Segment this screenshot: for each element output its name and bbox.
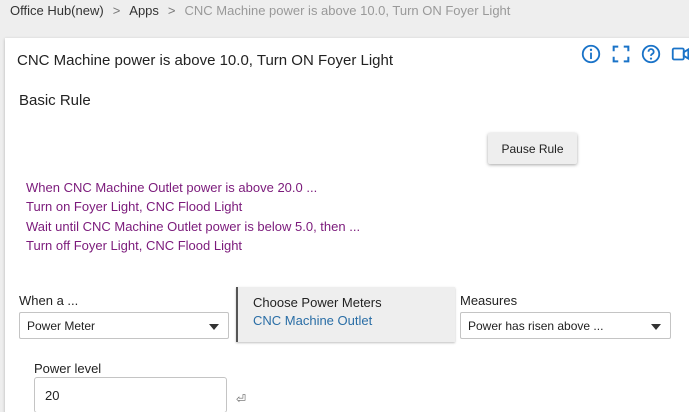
- breadcrumb-separator: >: [112, 2, 121, 18]
- help-icon[interactable]: [640, 43, 662, 65]
- breadcrumb-separator: >: [167, 2, 176, 18]
- rule-description: When CNC Machine Outlet power is above 2…: [26, 178, 360, 255]
- power-level-label: Power level: [34, 361, 102, 376]
- breadcrumb-current: CNC Machine power is above 10.0, Turn ON…: [184, 2, 511, 18]
- section-title: Basic Rule: [19, 92, 91, 109]
- dropdown-arrow-icon: [651, 324, 661, 330]
- description-line: Wait until CNC Machine Outlet power is b…: [26, 218, 361, 234]
- info-icon[interactable]: [580, 43, 602, 65]
- trigger-select[interactable]: Power Meter: [19, 312, 229, 339]
- description-line: Turn on Foyer Light, CNC Flood Light: [26, 199, 243, 215]
- enter-icon[interactable]: ⏎: [236, 392, 246, 406]
- measures-selected-value: Power has risen above ...: [468, 318, 604, 333]
- trigger-label: When a ...: [19, 293, 79, 308]
- power-meter-chooser[interactable]: Choose Power Meters CNC Machine Outlet: [236, 287, 455, 342]
- trigger-selected-value: Power Meter: [27, 318, 96, 333]
- dropdown-arrow-icon: [209, 324, 219, 330]
- page-title: CNC Machine power is above 10.0, Turn ON…: [17, 52, 394, 69]
- breadcrumb-apps[interactable]: Apps: [129, 3, 159, 18]
- breadcrumb-hub[interactable]: Office Hub(new): [10, 3, 104, 18]
- measures-select[interactable]: Power has risen above ...: [460, 312, 671, 339]
- video-icon[interactable]: [670, 43, 689, 65]
- description-line: Turn off Foyer Light, CNC Flood Light: [26, 237, 243, 253]
- chooser-title: Choose Power Meters: [253, 295, 382, 310]
- description-line: When CNC Machine Outlet power is above 2…: [26, 180, 318, 195]
- pause-rule-button[interactable]: Pause Rule: [488, 133, 577, 164]
- rule-card: CNC Machine power is above 10.0, Turn ON…: [5, 38, 689, 412]
- breadcrumb: Office Hub(new) > Apps > CNC Machine pow…: [10, 0, 510, 20]
- power-level-input[interactable]: [34, 377, 227, 412]
- fullscreen-icon[interactable]: [610, 43, 632, 65]
- title-toolbar: [580, 43, 689, 65]
- chooser-selected-device[interactable]: CNC Machine Outlet: [253, 313, 455, 328]
- measures-label: Measures: [460, 293, 518, 308]
